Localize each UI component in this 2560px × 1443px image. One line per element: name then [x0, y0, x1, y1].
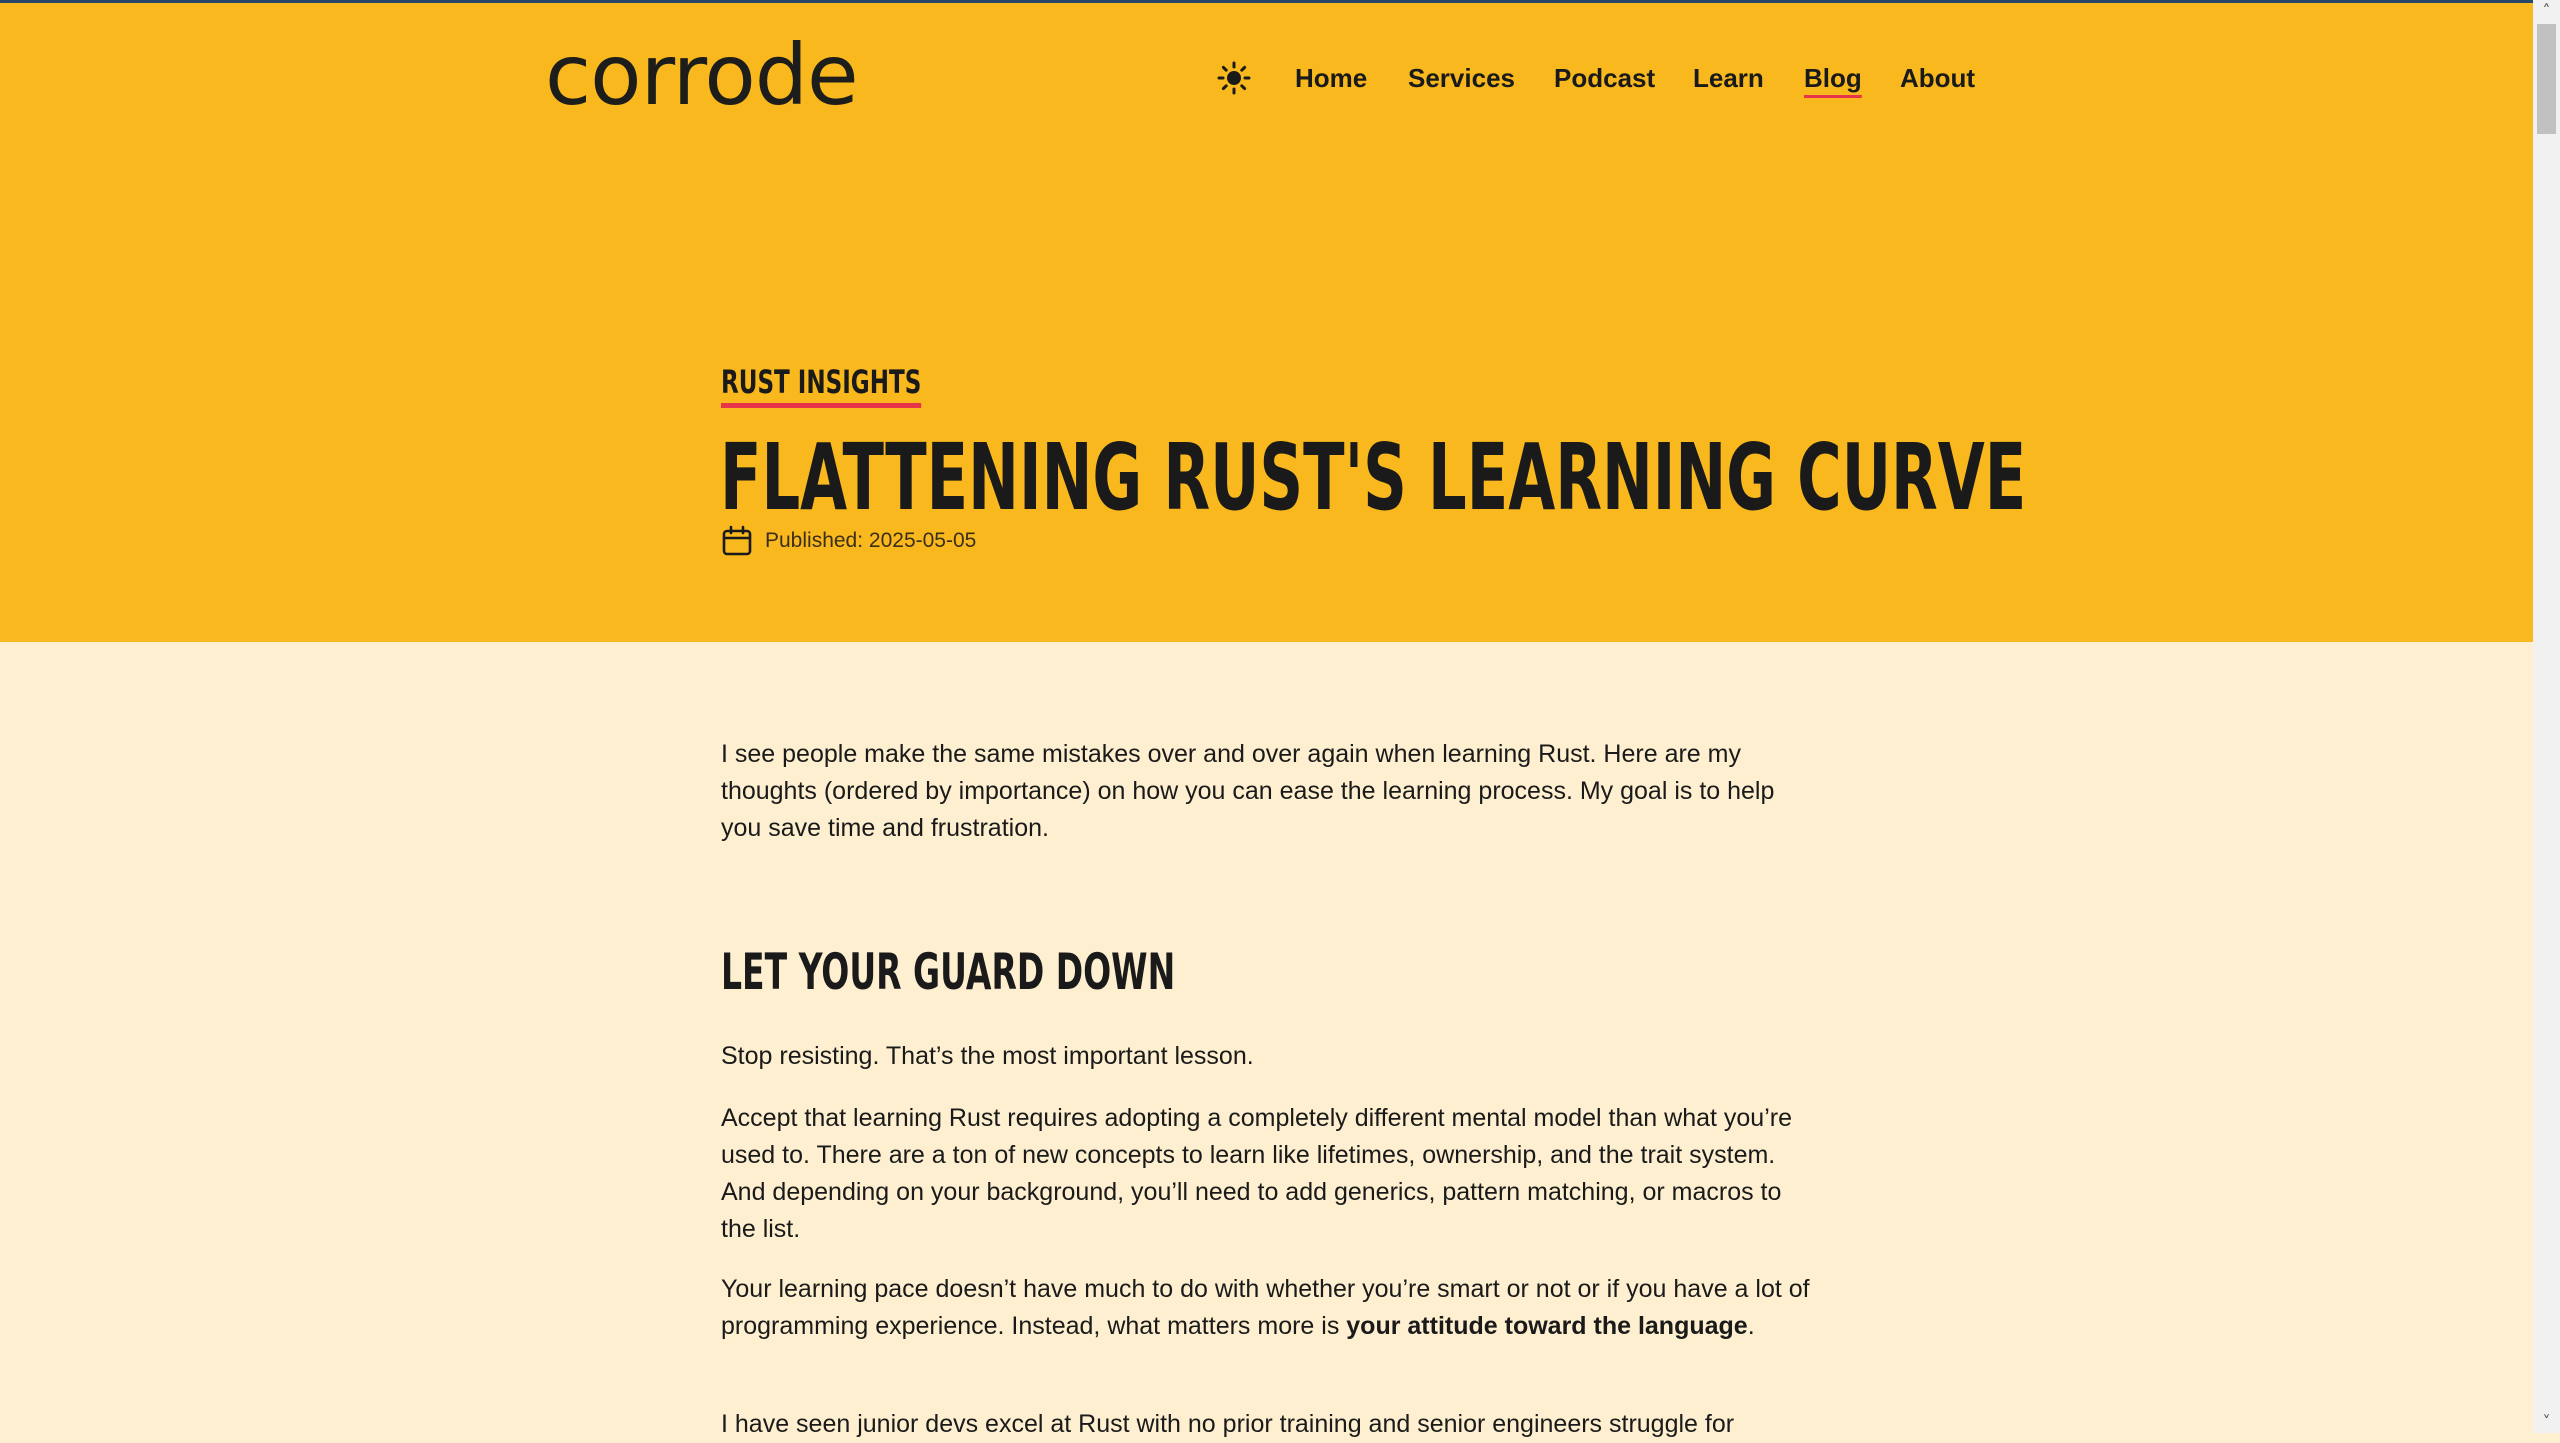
nav-services[interactable]: Services: [1408, 61, 1515, 95]
page-scrollbar[interactable]: ˄ ˅: [2533, 0, 2560, 1433]
nav-podcast[interactable]: Podcast: [1554, 61, 1655, 95]
scrollbar-thumb[interactable]: [2537, 24, 2556, 134]
paragraph-2: Accept that learning Rust requires adopt…: [721, 1104, 1792, 1243]
main-nav: Home Services Podcast Learn Blog About: [0, 61, 2533, 101]
page-title: FLATTENING RUST'S LEARNING CURVE: [720, 424, 2027, 531]
paragraph-4: I have seen junior devs excel at Rust wi…: [721, 1410, 1735, 1438]
scroll-up-icon[interactable]: ˄: [2533, 0, 2560, 22]
nav-home[interactable]: Home: [1295, 61, 1367, 95]
hero-header: corrode Home Services Podcast Learn Blog…: [0, 3, 2533, 642]
article-category[interactable]: RUST INSIGHTS: [721, 361, 922, 408]
nav-about[interactable]: About: [1900, 61, 1975, 95]
intro-paragraph: I see people make the same mistakes over…: [721, 740, 1775, 842]
paragraph-1: Stop resisting. That’s the most importan…: [721, 1042, 1254, 1070]
nav-learn[interactable]: Learn: [1693, 61, 1764, 95]
scroll-down-icon[interactable]: ˅: [2533, 1411, 2560, 1433]
paragraph-3-bold: your attitude toward the language: [1346, 1312, 1748, 1340]
paragraph-3-end: .: [1747, 1312, 1755, 1340]
calendar-icon: [722, 525, 752, 556]
publish-date: Published: 2025-05-05: [765, 529, 977, 552]
paragraph-3: Your learning pace doesn’t have much to …: [721, 1271, 1821, 1345]
section-heading: LET YOUR GUARD DOWN: [721, 943, 1176, 1001]
nav-blog[interactable]: Blog: [1804, 61, 1862, 95]
